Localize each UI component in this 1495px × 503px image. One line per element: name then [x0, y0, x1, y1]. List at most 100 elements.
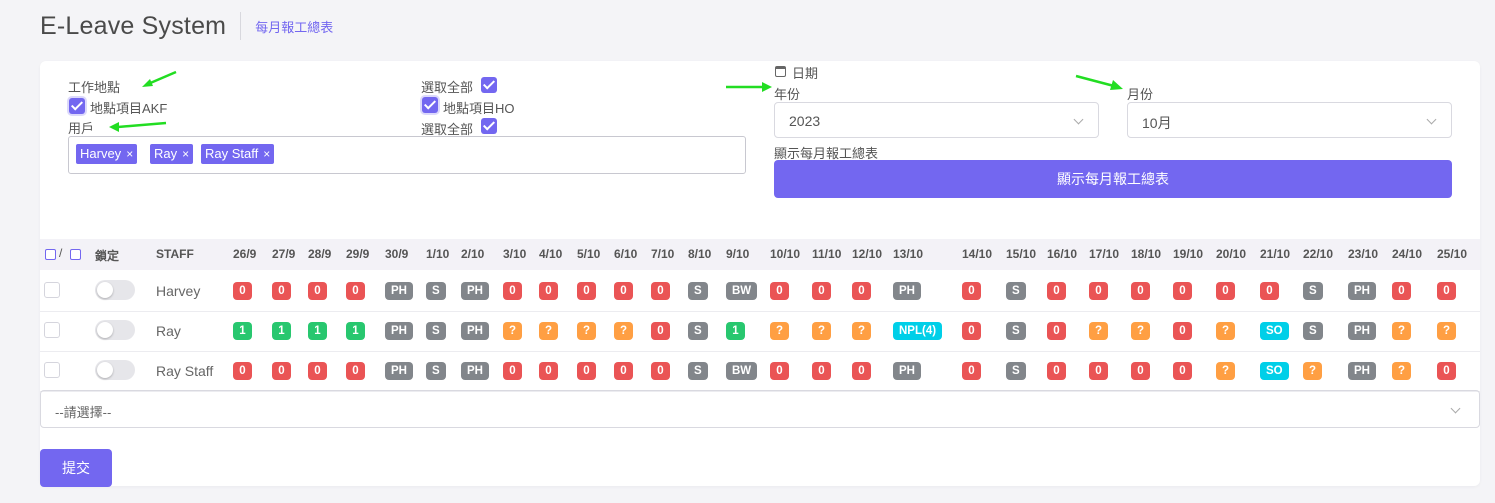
day-status-badge[interactable]: 1 [346, 322, 365, 340]
day-status-badge[interactable]: 0 [651, 282, 670, 300]
bottom-select[interactable]: --請選擇-- [40, 390, 1480, 428]
day-status-badge[interactable]: 0 [1437, 362, 1456, 380]
day-status-badge[interactable]: PH [461, 322, 489, 340]
row-checkbox[interactable] [44, 362, 60, 378]
day-status-badge[interactable]: 0 [1173, 362, 1192, 380]
day-status-badge[interactable]: PH [893, 362, 921, 380]
day-status-badge[interactable]: PH [385, 282, 413, 300]
day-status-badge[interactable]: 0 [852, 282, 871, 300]
day-status-badge[interactable]: 0 [1216, 282, 1235, 300]
day-status-badge[interactable]: 0 [577, 282, 596, 300]
breadcrumb[interactable]: 每月報工總表 [255, 17, 333, 36]
day-status-badge[interactable]: PH [461, 362, 489, 380]
lock-toggle[interactable] [95, 280, 135, 300]
show-report-button[interactable]: 顯示每月報工總表 [774, 160, 1452, 198]
day-status-badge[interactable]: 0 [1089, 362, 1108, 380]
remove-tag-icon[interactable]: × [126, 147, 133, 161]
day-status-badge[interactable]: S [1006, 322, 1026, 340]
day-status-badge[interactable]: S [1303, 282, 1323, 300]
day-status-badge[interactable]: S [1303, 322, 1323, 340]
day-status-badge[interactable]: BW [726, 282, 758, 300]
day-status-badge[interactable]: PH [385, 322, 413, 340]
day-status-badge[interactable]: 0 [503, 362, 522, 380]
submit-button[interactable]: 提交 [40, 449, 112, 487]
select-all-locations-checkbox[interactable] [481, 77, 497, 93]
day-status-badge[interactable]: S [688, 322, 708, 340]
day-status-badge[interactable]: S [426, 282, 446, 300]
remove-tag-icon[interactable]: × [263, 147, 270, 161]
day-status-badge[interactable]: 0 [233, 362, 252, 380]
day-status-badge[interactable]: 0 [651, 362, 670, 380]
day-status-badge[interactable]: S [426, 322, 446, 340]
day-status-badge[interactable]: 0 [614, 282, 633, 300]
day-status-badge[interactable]: ? [1392, 322, 1412, 340]
day-status-badge[interactable]: ? [503, 322, 523, 340]
day-status-badge[interactable]: 0 [1173, 322, 1192, 340]
day-status-badge[interactable]: 1 [233, 322, 252, 340]
day-status-badge[interactable]: 0 [346, 282, 365, 300]
day-status-badge[interactable]: ? [1392, 362, 1412, 380]
day-status-badge[interactable]: ? [1131, 322, 1151, 340]
day-status-badge[interactable]: 0 [539, 282, 558, 300]
year-select[interactable]: 2023 [774, 102, 1099, 138]
day-status-badge[interactable]: 0 [770, 362, 789, 380]
day-status-badge[interactable]: 0 [272, 362, 291, 380]
day-status-badge[interactable]: S [688, 282, 708, 300]
day-status-badge[interactable]: ? [539, 322, 559, 340]
day-status-badge[interactable]: SO [1260, 362, 1289, 380]
day-status-badge[interactable]: BW [726, 362, 758, 380]
day-status-badge[interactable]: 0 [308, 282, 327, 300]
day-status-badge[interactable]: 1 [308, 322, 327, 340]
day-status-badge[interactable]: ? [852, 322, 872, 340]
day-status-badge[interactable]: SO [1260, 322, 1289, 340]
day-status-badge[interactable]: 0 [962, 282, 981, 300]
day-status-badge[interactable]: ? [812, 322, 832, 340]
day-status-badge[interactable]: 0 [346, 362, 365, 380]
day-status-badge[interactable]: 0 [1089, 282, 1108, 300]
row-checkbox[interactable] [44, 282, 60, 298]
day-status-badge[interactable]: 0 [233, 282, 252, 300]
day-status-badge[interactable]: 0 [1047, 282, 1066, 300]
month-select[interactable]: 10月 [1127, 102, 1452, 138]
day-status-badge[interactable]: PH [1348, 282, 1376, 300]
day-status-badge[interactable]: PH [385, 362, 413, 380]
day-status-badge[interactable]: 0 [1131, 282, 1150, 300]
day-status-badge[interactable]: ? [577, 322, 597, 340]
user-multiselect[interactable]: Harvey × Ray × Ray Staff × [68, 136, 746, 174]
day-status-badge[interactable]: 0 [1392, 282, 1411, 300]
day-status-badge[interactable]: ? [1216, 322, 1236, 340]
day-status-badge[interactable]: ? [614, 322, 634, 340]
day-status-badge[interactable]: 0 [962, 322, 981, 340]
select-all-rows-checkbox[interactable] [45, 249, 56, 260]
day-status-badge[interactable]: 0 [812, 362, 831, 380]
row-checkbox[interactable] [44, 322, 60, 338]
lock-toggle[interactable] [95, 320, 135, 340]
deselect-all-rows-checkbox[interactable] [70, 249, 81, 260]
select-all-users-checkbox[interactable] [481, 118, 497, 134]
day-status-badge[interactable]: ? [1437, 322, 1457, 340]
location-akf-checkbox[interactable] [69, 98, 85, 114]
location-ho-checkbox[interactable] [422, 97, 438, 113]
lock-toggle[interactable] [95, 360, 135, 380]
day-status-badge[interactable]: S [426, 362, 446, 380]
day-status-badge[interactable]: 0 [651, 322, 670, 340]
day-status-badge[interactable]: 0 [1047, 362, 1066, 380]
day-status-badge[interactable]: ? [1089, 322, 1109, 340]
day-status-badge[interactable]: S [1006, 282, 1026, 300]
day-status-badge[interactable]: 0 [1047, 322, 1066, 340]
day-status-badge[interactable]: S [688, 362, 708, 380]
day-status-badge[interactable]: 0 [770, 282, 789, 300]
day-status-badge[interactable]: 0 [852, 362, 871, 380]
day-status-badge[interactable]: ? [1216, 362, 1236, 380]
day-status-badge[interactable]: ? [770, 322, 790, 340]
day-status-badge[interactable]: PH [1348, 362, 1376, 380]
day-status-badge[interactable]: 0 [1260, 282, 1279, 300]
day-status-badge[interactable]: NPL(4) [893, 322, 943, 340]
day-status-badge[interactable]: 1 [272, 322, 291, 340]
day-status-badge[interactable]: 1 [726, 322, 745, 340]
day-status-badge[interactable]: 0 [812, 282, 831, 300]
day-status-badge[interactable]: 0 [962, 362, 981, 380]
day-status-badge[interactable]: 0 [1173, 282, 1192, 300]
day-status-badge[interactable]: PH [893, 282, 921, 300]
day-status-badge[interactable]: 0 [577, 362, 596, 380]
